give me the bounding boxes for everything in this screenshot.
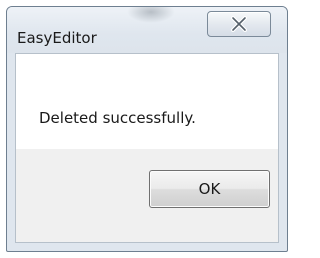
close-icon	[231, 16, 247, 32]
window-title: EasyEditor	[17, 29, 97, 47]
close-button[interactable]	[207, 11, 271, 37]
ok-button[interactable]: OK	[149, 170, 270, 208]
message-dialog: EasyEditor Deleted successfully. OK	[6, 6, 288, 252]
message-panel: Deleted successfully.	[16, 54, 278, 149]
title-bar[interactable]: EasyEditor	[7, 7, 287, 53]
message-text: Deleted successfully.	[39, 109, 196, 127]
dialog-client-area: Deleted successfully. OK	[15, 53, 279, 243]
title-bar-glow	[127, 7, 175, 23]
